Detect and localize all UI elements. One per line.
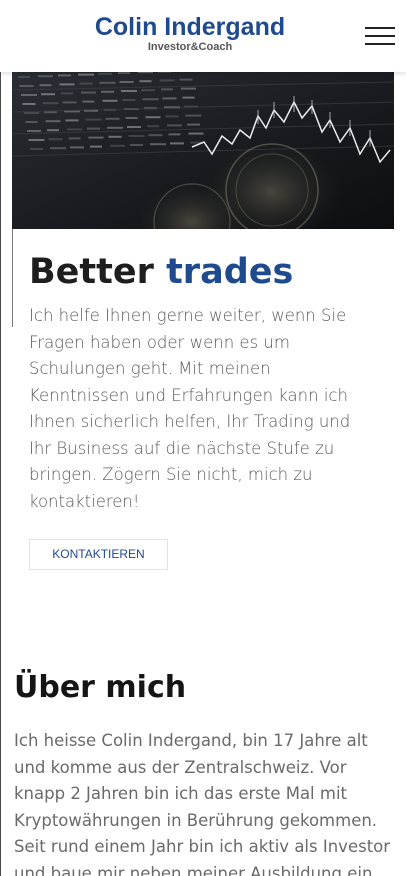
brand-logo-link[interactable]: Colin Indergand Investor&Coach: [0, 12, 380, 53]
site-header: Colin Indergand Investor&Coach: [0, 0, 406, 72]
contact-button[interactable]: KONTAKTIEREN: [29, 539, 168, 570]
hero-image-trading-chart: [12, 72, 394, 229]
page-left-border: [0, 0, 1, 876]
hero-side-rule: [12, 229, 13, 327]
about-description: Ich heisse Colin Indergand, bin 17 Jahre…: [14, 731, 391, 876]
about-heading: Über mich: [14, 670, 187, 705]
hamburger-menu-icon[interactable]: [365, 26, 395, 48]
hero-title: Better trades: [29, 250, 293, 294]
hero-title-accent: trades: [166, 252, 294, 292]
hero-description: Ich helfe Ihnen gerne weiter, wenn Sie F…: [29, 306, 351, 511]
brand-tagline: Investor&Coach: [147, 41, 233, 53]
hero-title-word-1: Better: [29, 252, 154, 292]
brand-name: Colin Indergand: [94, 13, 286, 41]
